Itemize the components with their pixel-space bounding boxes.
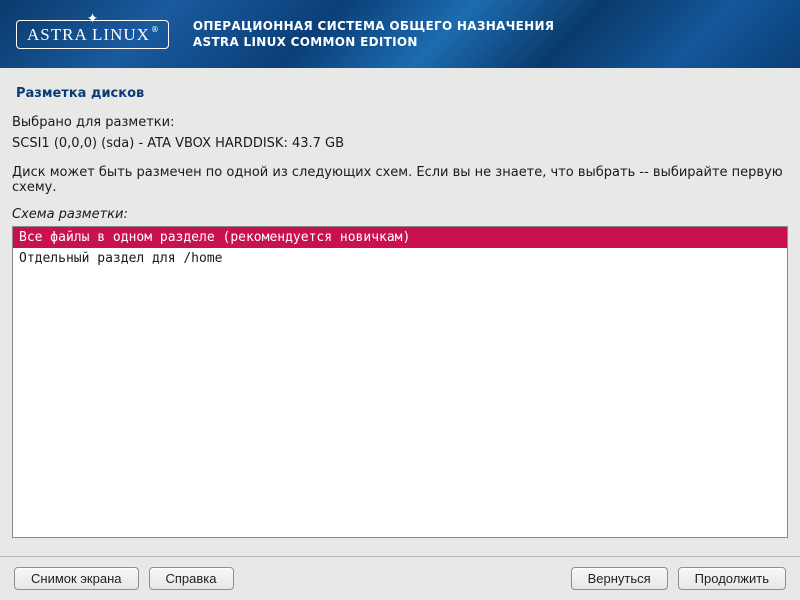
back-button[interactable]: Вернуться xyxy=(571,567,668,590)
main-content: Разметка дисков Выбрано для разметки: SC… xyxy=(0,68,800,556)
header-title-secondary: ASTRA LINUX COMMON EDITION xyxy=(193,35,554,49)
star-icon: ✦ xyxy=(87,12,99,26)
header-title-primary: ОПЕРАЦИОННАЯ СИСТЕМА ОБЩЕГО НАЗНАЧЕНИЯ xyxy=(193,19,554,33)
header-banner: ✦ ASTRA LINUX® ОПЕРАЦИОННАЯ СИСТЕМА ОБЩЕ… xyxy=(0,0,800,68)
help-button[interactable]: Справка xyxy=(149,567,234,590)
selected-disk: SCSI1 (0,0,0) (sda) - ATA VBOX HARDDISK:… xyxy=(12,136,788,151)
hint-text: Диск может быть размечен по одной из сле… xyxy=(12,165,788,195)
scheme-label: Схема разметки: xyxy=(12,207,788,222)
partition-scheme-list[interactable]: Все файлы в одном разделе (рекомендуется… xyxy=(12,226,788,538)
header-titles: ОПЕРАЦИОННАЯ СИСТЕМА ОБЩЕГО НАЗНАЧЕНИЯ A… xyxy=(193,19,554,49)
footer-bar: Снимок экрана Справка Вернуться Продолжи… xyxy=(0,556,800,600)
continue-button[interactable]: Продолжить xyxy=(678,567,786,590)
logo: ✦ ASTRA LINUX® xyxy=(16,20,169,49)
page-title: Разметка дисков xyxy=(16,86,788,101)
screenshot-button[interactable]: Снимок экрана xyxy=(14,567,139,590)
option-separate-home[interactable]: Отдельный раздел для /home xyxy=(13,248,787,269)
selected-label: Выбрано для разметки: xyxy=(12,115,788,130)
option-all-in-one[interactable]: Все файлы в одном разделе (рекомендуется… xyxy=(13,227,787,248)
logo-text: ASTRA LINUX xyxy=(27,25,150,44)
registered-icon: ® xyxy=(151,25,159,34)
